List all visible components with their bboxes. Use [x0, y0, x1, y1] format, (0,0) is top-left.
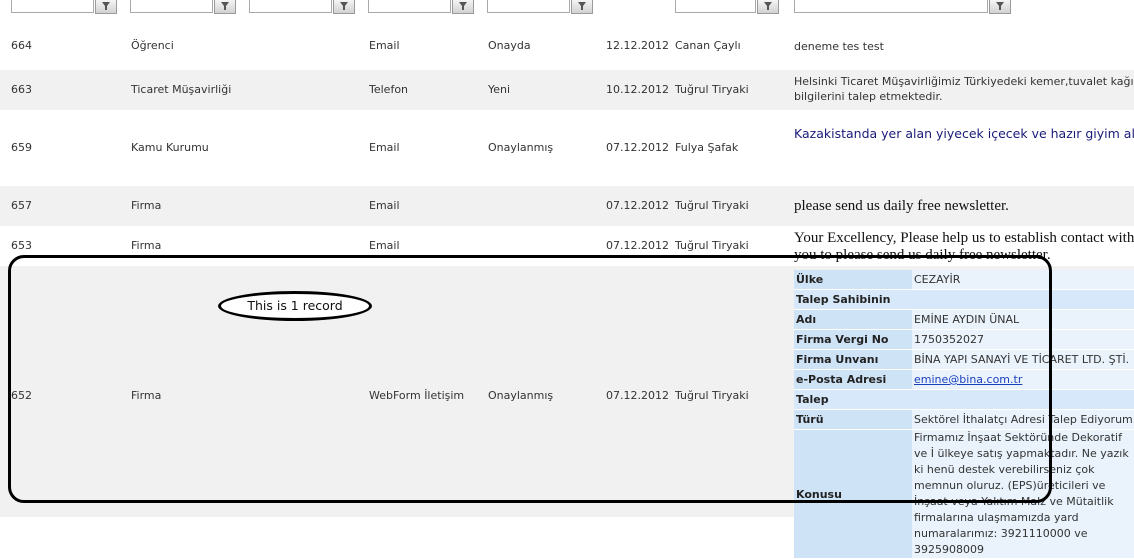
- filter-icon: [340, 2, 348, 10]
- cell-date: 12.12.2012: [606, 39, 669, 52]
- email-link[interactable]: emine@bina.com.tr: [914, 373, 1022, 386]
- cell-type: Firma: [131, 239, 162, 252]
- cell-id: 659: [11, 141, 32, 154]
- cell-description: please send us daily free newsletter.: [794, 198, 1009, 214]
- detail-row-company: Firma Unvanı BİNA YAPI SANAYİ VE TİCARET …: [794, 349, 1134, 370]
- detail-label: Konusu: [794, 429, 912, 559]
- detail-section-label: Talep: [794, 389, 912, 410]
- cell-date: 07.12.2012: [606, 141, 669, 154]
- detail-row-country: Ülke CEZAYİR: [794, 270, 1134, 290]
- detail-row-email: e-Posta Adresi emine@bina.com.tr: [794, 369, 1134, 390]
- detail-row-type: Türü Sektörel İthalatçı Adresi Talep Ediy…: [794, 409, 1134, 430]
- table-row[interactable]: 664 Öğrenci Email Onayda 12.12.2012 Cana…: [0, 22, 1134, 70]
- detail-label: Firma Unvanı: [794, 349, 912, 370]
- detail-value: 1750352027: [912, 329, 1134, 350]
- description-line: bilgilerini talep etmektedir.: [794, 90, 943, 103]
- detail-row-name: Adı EMİNE AYDIN ÜNAL: [794, 309, 1134, 330]
- table-row[interactable]: 663 Ticaret Müşavirliği Telefon Yeni 10.…: [0, 70, 1134, 110]
- description-line: Your Excellency, Please help us to estab…: [794, 230, 1134, 246]
- cell-type: Firma: [131, 389, 162, 402]
- cell-id: 652: [11, 389, 32, 402]
- cell-type: Öğrenci: [131, 39, 174, 52]
- filter-button-description[interactable]: [989, 0, 1011, 14]
- table-row[interactable]: 653 Firma Email 07.12.2012 Tuğrul Tiryak…: [0, 226, 1134, 266]
- cell-channel: Email: [369, 141, 400, 154]
- filter-button-subject[interactable]: [333, 0, 355, 14]
- detail-value: Firmamız İnşaat Sektöründe Dekoratif ve …: [912, 429, 1134, 559]
- filter-input-subject[interactable]: [249, 0, 332, 13]
- filter-input-type[interactable]: [130, 0, 213, 13]
- filter-icon: [764, 2, 772, 10]
- cell-date: 07.12.2012: [606, 389, 669, 402]
- filter-button-channel[interactable]: [452, 0, 474, 14]
- cell-type: Ticaret Müşavirliği: [131, 83, 232, 96]
- filter-input-channel[interactable]: [368, 0, 451, 13]
- cell-date: 07.12.2012: [606, 199, 669, 212]
- cell-channel: WebForm İletişim: [369, 389, 465, 402]
- filter-icon: [459, 2, 467, 10]
- cell-type: Kamu Kurumu: [131, 141, 209, 154]
- cell-id: 664: [11, 39, 32, 52]
- cell-type: Firma: [131, 199, 162, 212]
- detail-label: Firma Vergi No: [794, 329, 912, 350]
- annotation-label: This is 1 record: [218, 291, 372, 321]
- record-detail-table: Ülke CEZAYİR Talep Sahibinin Adı EMİNE AYD…: [794, 270, 1134, 559]
- cell-owner: Tuğrul Tiryaki: [675, 83, 749, 96]
- detail-value: EMİNE AYDIN ÜNAL: [912, 309, 1134, 330]
- filter-button-owner[interactable]: [757, 0, 779, 14]
- cell-id: 653: [11, 239, 32, 252]
- detail-label: Türü: [794, 409, 912, 430]
- filter-input-owner[interactable]: [675, 0, 756, 13]
- cell-date: 07.12.2012: [606, 239, 669, 252]
- detail-label: Ülke: [794, 270, 912, 290]
- filter-icon: [578, 2, 586, 10]
- cell-description: Kazakistanda yer alan yiyecek içecek ve …: [794, 126, 1134, 141]
- description-line: Helsinki Ticaret Müşavirliğimiz Türkiyed…: [794, 75, 1134, 88]
- cell-owner: Tuğrul Tiryaki: [675, 239, 749, 252]
- cell-id: 663: [11, 83, 32, 96]
- detail-label: e-Posta Adresi: [794, 369, 912, 390]
- detail-row-tax-no: Firma Vergi No 1750352027: [794, 329, 1134, 350]
- cell-owner: Canan Çaylı: [675, 39, 741, 52]
- cell-status: Onayda: [488, 39, 531, 52]
- cell-description: Helsinki Ticaret Müşavirliğimiz Türkiyed…: [794, 74, 1134, 104]
- filter-button-id[interactable]: [95, 0, 117, 14]
- cell-date: 10.12.2012: [606, 83, 669, 96]
- cell-owner: Fulya Şafak: [675, 141, 739, 154]
- cell-status: Yeni: [488, 83, 511, 96]
- filter-button-status[interactable]: [571, 0, 593, 14]
- cell-id: 657: [11, 199, 32, 212]
- filter-input-id[interactable]: [11, 0, 94, 13]
- cell-description: Your Excellency, Please help us to estab…: [794, 230, 1134, 264]
- detail-section-request: Talep: [794, 389, 1134, 410]
- detail-row-subject: Konusu Firmamız İnşaat Sektöründe Dekorat…: [794, 429, 1134, 559]
- detail-value: Sektörel İthalatçı Adresi Talep Ediyorum…: [912, 409, 1134, 430]
- table-row[interactable]: 657 Firma Email 07.12.2012 Tuğrul Tiryak…: [0, 186, 1134, 226]
- cell-status: Onaylanmış: [488, 389, 554, 402]
- table-row[interactable]: 659 Kamu Kurumu Email Onaylanmış 07.12.2…: [0, 110, 1134, 186]
- cell-status: Onaylanmış: [488, 141, 554, 154]
- filter-icon: [221, 2, 229, 10]
- cell-description: deneme tes test: [794, 40, 884, 53]
- detail-section-label: Talep Sahibinin: [794, 289, 912, 310]
- cell-channel: Email: [369, 39, 400, 52]
- cell-owner: Tuğrul Tiryaki: [675, 199, 749, 212]
- cell-channel: Telefon: [369, 83, 409, 96]
- description-line: you to please send us daily free newslet…: [794, 247, 1051, 263]
- cell-channel: Email: [369, 239, 400, 252]
- filter-input-description[interactable]: [794, 0, 988, 13]
- cell-channel: Email: [369, 199, 400, 212]
- detail-label: Adı: [794, 309, 912, 330]
- filter-row: [0, 0, 1134, 16]
- cell-owner: Tuğrul Tiryaki: [675, 389, 749, 402]
- filter-icon: [102, 2, 110, 10]
- detail-value: CEZAYİR: [912, 270, 1134, 290]
- detail-value: BİNA YAPI SANAYİ VE TİCARET LTD. ŞTİ.: [912, 349, 1134, 370]
- filter-icon: [996, 2, 1004, 10]
- filter-button-type[interactable]: [214, 0, 236, 14]
- detail-section-requester: Talep Sahibinin: [794, 289, 1134, 310]
- filter-input-status[interactable]: [487, 0, 570, 13]
